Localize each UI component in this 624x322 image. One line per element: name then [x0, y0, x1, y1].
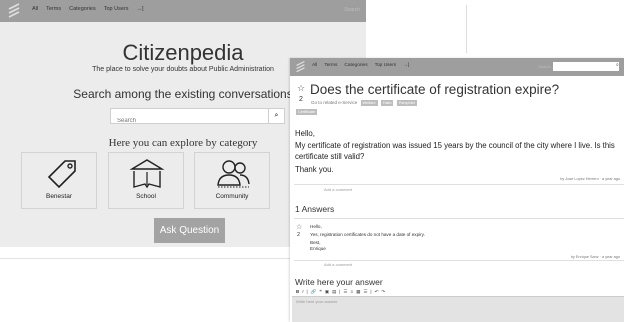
editor-placeholder: Write here your answer	[296, 299, 338, 304]
rule-icon[interactable]: ☰	[363, 289, 367, 295]
top-navbar: All Terms Categories Top Users →] Search	[0, 0, 366, 22]
nav-categories[interactable]: Categories	[344, 63, 367, 68]
search-box: ⌕	[110, 108, 285, 128]
nav-terms[interactable]: Terms	[46, 6, 61, 12]
heading-icon[interactable]: ▦	[356, 289, 360, 295]
question-meta: Go to related e-Service Welfare Hallo Pa…	[311, 100, 417, 106]
answers-heading: 1 Answers	[295, 204, 335, 214]
search-icon[interactable]: ⌕	[268, 109, 284, 123]
category-card-benestar[interactable]: Benestar	[21, 152, 97, 209]
question-title: Does the certificate of registration exp…	[310, 82, 560, 97]
tag[interactable]: Pamphlet	[396, 100, 417, 106]
vote-count: 2	[297, 232, 301, 238]
editor-toolbar: B I | 🔗 ❝ ▣ ▤ | ☰ ≡ ▦ ☰ | ↶ ↷	[296, 289, 385, 295]
vote-count: 2	[299, 96, 303, 103]
question-body-line: Hello,	[295, 129, 315, 138]
answer-byline: by Enrique Sanz · a year ago	[570, 255, 620, 259]
quote-icon[interactable]: ❝	[319, 289, 321, 295]
nav-terms[interactable]: Terms	[324, 63, 337, 68]
search-icon[interactable]: ⌕	[616, 62, 619, 68]
search-label: Search	[538, 64, 551, 69]
school-icon	[129, 159, 165, 189]
link-icon[interactable]: 🔗	[311, 289, 317, 295]
tag[interactable]: Certificate	[296, 109, 318, 115]
undo-icon[interactable]: ↶	[375, 289, 379, 295]
category-card-school[interactable]: School	[108, 152, 184, 209]
nav-search-hint: Search	[344, 7, 360, 13]
question-page: All Terms Categories Top Users →] Search…	[290, 58, 624, 322]
image-icon[interactable]: ▤	[332, 289, 336, 295]
add-comment-link[interactable]: Add a comment	[324, 187, 352, 192]
category-label: School	[136, 193, 156, 200]
category-card-community[interactable]: Community	[194, 152, 270, 209]
tag-icon	[47, 160, 76, 189]
question-byline: by Jose Lopez Herrero · a year ago	[560, 177, 620, 181]
answer-line: Best,	[310, 240, 321, 245]
divider	[294, 218, 624, 219]
redo-icon[interactable]: ↷	[381, 289, 385, 295]
write-answer-heading: Write here your answer	[295, 277, 383, 287]
favorite-star-icon[interactable]: ☆	[297, 83, 305, 94]
search-input[interactable]	[111, 114, 273, 128]
category-label: Benestar	[45, 193, 73, 200]
nav-categories[interactable]: Categories	[69, 6, 96, 12]
nav-all[interactable]: All	[32, 6, 38, 12]
ask-question-button[interactable]: Ask Question	[154, 218, 225, 243]
divider	[294, 184, 624, 185]
italic-icon[interactable]: I	[302, 289, 303, 295]
nav-top-users[interactable]: Top Users	[104, 6, 129, 12]
divider	[466, 5, 467, 53]
citizenpedia-logo-icon[interactable]	[7, 3, 21, 19]
question-body-line: Thank you.	[295, 165, 334, 174]
favorite-star-icon[interactable]: ☆	[296, 223, 302, 231]
citizenpedia-logo-icon[interactable]	[295, 60, 306, 74]
answer-line: Enrique	[310, 246, 326, 251]
category-label: Community	[215, 193, 249, 200]
ordered-list-icon[interactable]: ☰	[343, 289, 347, 295]
question-body-line: My certificate of registration was issue…	[295, 141, 615, 161]
add-comment-link[interactable]: Add a comment	[324, 262, 352, 267]
toolbar-separator: |	[306, 289, 308, 294]
toolbar-separator: |	[339, 289, 341, 294]
bold-icon[interactable]: B	[296, 289, 299, 295]
code-icon[interactable]: ▣	[325, 289, 329, 295]
related-eservice-link[interactable]: Go to related e-Service	[311, 100, 357, 105]
answer-line: Yes, registration certificates do not ha…	[310, 232, 425, 237]
nav-all[interactable]: All	[312, 63, 317, 68]
divider	[294, 260, 624, 261]
nav-top-users[interactable]: Top Users	[375, 63, 397, 68]
top-navbar: All Terms Categories Top Users →] Search…	[290, 58, 624, 76]
divider	[0, 258, 290, 259]
community-icon	[217, 160, 250, 188]
toolbar-separator: |	[370, 289, 372, 294]
answer-editor[interactable]: Write here your answer	[292, 296, 624, 322]
login-icon[interactable]: →]	[403, 63, 409, 68]
search-input[interactable]	[553, 62, 619, 71]
bullet-list-icon[interactable]: ≡	[350, 289, 353, 295]
tag[interactable]: Welfare	[360, 100, 378, 106]
answer-line: Hello,	[310, 224, 322, 229]
login-icon[interactable]: →]	[136, 6, 143, 12]
tag[interactable]: Hallo	[380, 100, 394, 106]
